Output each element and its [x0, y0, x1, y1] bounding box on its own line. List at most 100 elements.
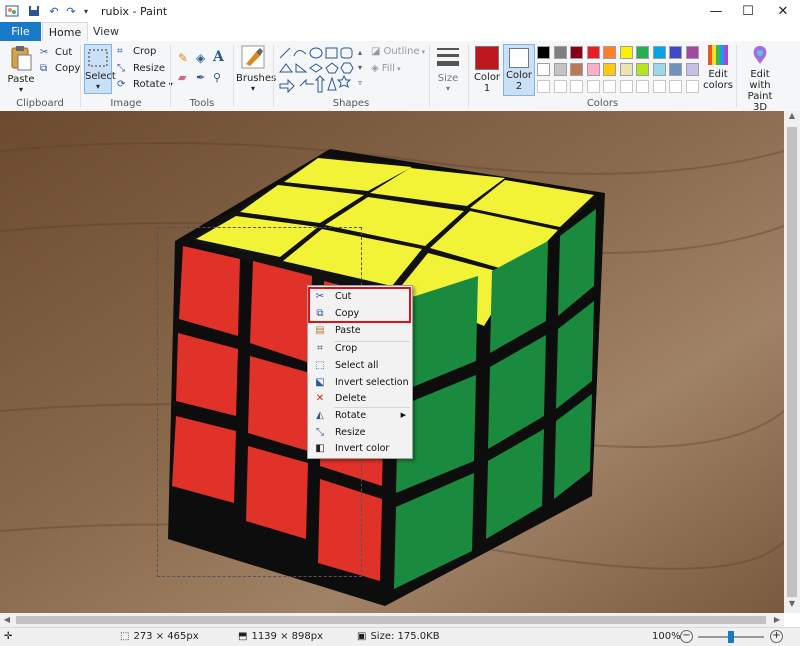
resize-button[interactable]: ⤡ Resize: [117, 63, 165, 74]
palette-swatch-empty[interactable]: [586, 80, 600, 93]
palette-swatch[interactable]: [537, 63, 550, 76]
horizontal-scroll-thumb[interactable]: [16, 616, 766, 624]
edit-colors-button[interactable]: Edit colors: [702, 44, 734, 91]
palette-swatch[interactable]: [603, 46, 616, 59]
redo-icon[interactable]: ↷: [63, 4, 79, 18]
vertical-scroll-thumb[interactable]: [787, 127, 797, 597]
palette-swatch[interactable]: [669, 46, 682, 59]
brushes-button[interactable]: Brushes ▾: [236, 44, 277, 93]
scissors-icon: ✂: [40, 47, 49, 58]
select-button[interactable]: Select ▾: [84, 44, 116, 94]
palette-swatch-empty[interactable]: [652, 80, 666, 93]
zoom-out-button[interactable]: −: [680, 630, 693, 643]
pencil-icon[interactable]: ✎: [178, 51, 188, 65]
zoom-slider[interactable]: [698, 631, 764, 643]
undo-icon[interactable]: ↶: [46, 4, 62, 18]
color-2-button[interactable]: Color 2: [503, 44, 535, 96]
scroll-down-icon[interactable]: ▼: [784, 599, 800, 613]
palette-swatch[interactable]: [537, 46, 550, 59]
submenu-arrow-icon: ▶: [400, 411, 406, 419]
menu-item-paste[interactable]: ▤ Paste: [308, 322, 412, 338]
shapes-gallery[interactable]: [278, 46, 368, 94]
divider: [468, 45, 469, 107]
scroll-right-icon[interactable]: ▶: [770, 613, 784, 627]
color-wheel-icon: [708, 45, 728, 65]
palette-swatch[interactable]: [669, 63, 682, 76]
eraser-icon[interactable]: ▰: [178, 71, 186, 84]
brushes-dropdown-icon[interactable]: ▾: [236, 84, 270, 93]
paste-dropdown-icon[interactable]: ▾: [6, 85, 36, 94]
tab-home[interactable]: Home: [42, 22, 88, 42]
cut-button[interactable]: ✂ Cut: [40, 47, 72, 58]
palette-swatch[interactable]: [570, 63, 583, 76]
palette-swatch[interactable]: [619, 63, 633, 76]
horizontal-scrollbar[interactable]: ◀ ▶: [0, 613, 784, 627]
outline-button[interactable]: ◪ Outline ▾: [371, 46, 425, 57]
magnifier-icon[interactable]: ⚲: [213, 71, 221, 84]
fill-bucket-icon[interactable]: ◈: [196, 51, 205, 65]
quick-access-dropdown-icon[interactable]: ▾: [80, 4, 92, 18]
edit-with-paint3d-button[interactable]: Edit with Paint 3D: [740, 44, 780, 113]
menu-item-rotate[interactable]: ◭ Rotate ▶: [308, 407, 412, 423]
menu-item-crop[interactable]: ⌗ Crop: [308, 340, 412, 356]
image-size-icon: ⬒: [238, 631, 248, 642]
close-button[interactable]: ✕: [760, 0, 800, 22]
palette-swatch-empty[interactable]: [685, 80, 699, 93]
palette-swatch-empty[interactable]: [669, 80, 682, 93]
palette-swatch[interactable]: [685, 46, 699, 59]
menu-item-delete[interactable]: ✕ Delete: [308, 390, 412, 406]
ribbon-tabs: File Home View: [0, 22, 800, 42]
palette-swatch[interactable]: [586, 46, 600, 59]
palette-swatch[interactable]: [652, 63, 666, 76]
ribbon: Paste ▾ ✂ Cut ⧉ Copy Clipboard Select ▾ …: [0, 41, 800, 113]
menu-item-invert-selection[interactable]: ⬕ Invert selection: [308, 374, 412, 390]
delete-icon: ✕: [315, 392, 325, 404]
palette-swatch[interactable]: [570, 46, 583, 59]
zoom-in-icon: +: [770, 630, 783, 643]
palette-swatch[interactable]: [636, 63, 649, 76]
shapes-scroll-up-icon[interactable]: ▴: [358, 48, 362, 57]
crop-button[interactable]: ⌗ Crop: [117, 46, 156, 57]
fill-button[interactable]: ◈ Fill ▾: [371, 63, 401, 74]
scroll-up-icon[interactable]: ▲: [784, 111, 800, 125]
palette-swatch-empty[interactable]: [619, 80, 633, 93]
palette-swatch[interactable]: [553, 63, 567, 76]
tab-file[interactable]: File: [0, 22, 41, 41]
palette-swatch-empty[interactable]: [636, 80, 649, 93]
palette-swatch[interactable]: [685, 63, 699, 76]
zoom-in-button[interactable]: +: [770, 630, 783, 643]
resize-icon: ⤡: [117, 63, 125, 74]
shapes-more-icon[interactable]: ▿: [358, 78, 362, 87]
palette-swatch-empty[interactable]: [603, 80, 616, 93]
vertical-scrollbar[interactable]: ▲ ▼: [784, 111, 800, 613]
menu-item-select-all[interactable]: ⬚ Select all: [308, 357, 412, 373]
color-1-button[interactable]: Color 1: [471, 44, 503, 94]
copy-button[interactable]: ⧉ Copy: [40, 63, 80, 74]
menu-item-invert-color[interactable]: ◧ Invert color: [308, 440, 412, 456]
palette-swatch[interactable]: [636, 46, 649, 59]
text-tool-icon[interactable]: A: [213, 49, 224, 65]
brushes-label: Brushes: [236, 73, 277, 84]
fill-icon: ◈: [371, 63, 379, 74]
zoom-slider-thumb[interactable]: [728, 631, 734, 643]
rotate-button[interactable]: ⟳ Rotate ▾: [117, 79, 173, 90]
shapes-scroll-down-icon[interactable]: ▾: [358, 63, 362, 72]
palette-swatch[interactable]: [652, 46, 666, 59]
palette-swatch[interactable]: [619, 46, 633, 59]
menu-item-resize[interactable]: ⤡ Resize: [308, 424, 412, 440]
brush-icon: [241, 45, 265, 69]
scroll-left-icon[interactable]: ◀: [0, 613, 14, 627]
tab-view[interactable]: View: [88, 22, 124, 41]
palette-swatch[interactable]: [603, 63, 616, 76]
color-picker-icon[interactable]: ✒: [196, 71, 205, 84]
palette-swatch[interactable]: [553, 46, 567, 59]
palette-swatch-empty[interactable]: [570, 80, 583, 93]
palette-swatch-empty[interactable]: [537, 80, 550, 93]
select-dropdown-icon[interactable]: ▾: [85, 82, 111, 91]
size-button[interactable]: Size ▾: [433, 44, 463, 93]
palette-swatch-empty[interactable]: [553, 80, 567, 93]
palette-swatch[interactable]: [586, 63, 600, 76]
save-icon[interactable]: [26, 4, 42, 18]
paste-button[interactable]: Paste ▾: [6, 45, 36, 94]
select-icon: [88, 49, 108, 67]
